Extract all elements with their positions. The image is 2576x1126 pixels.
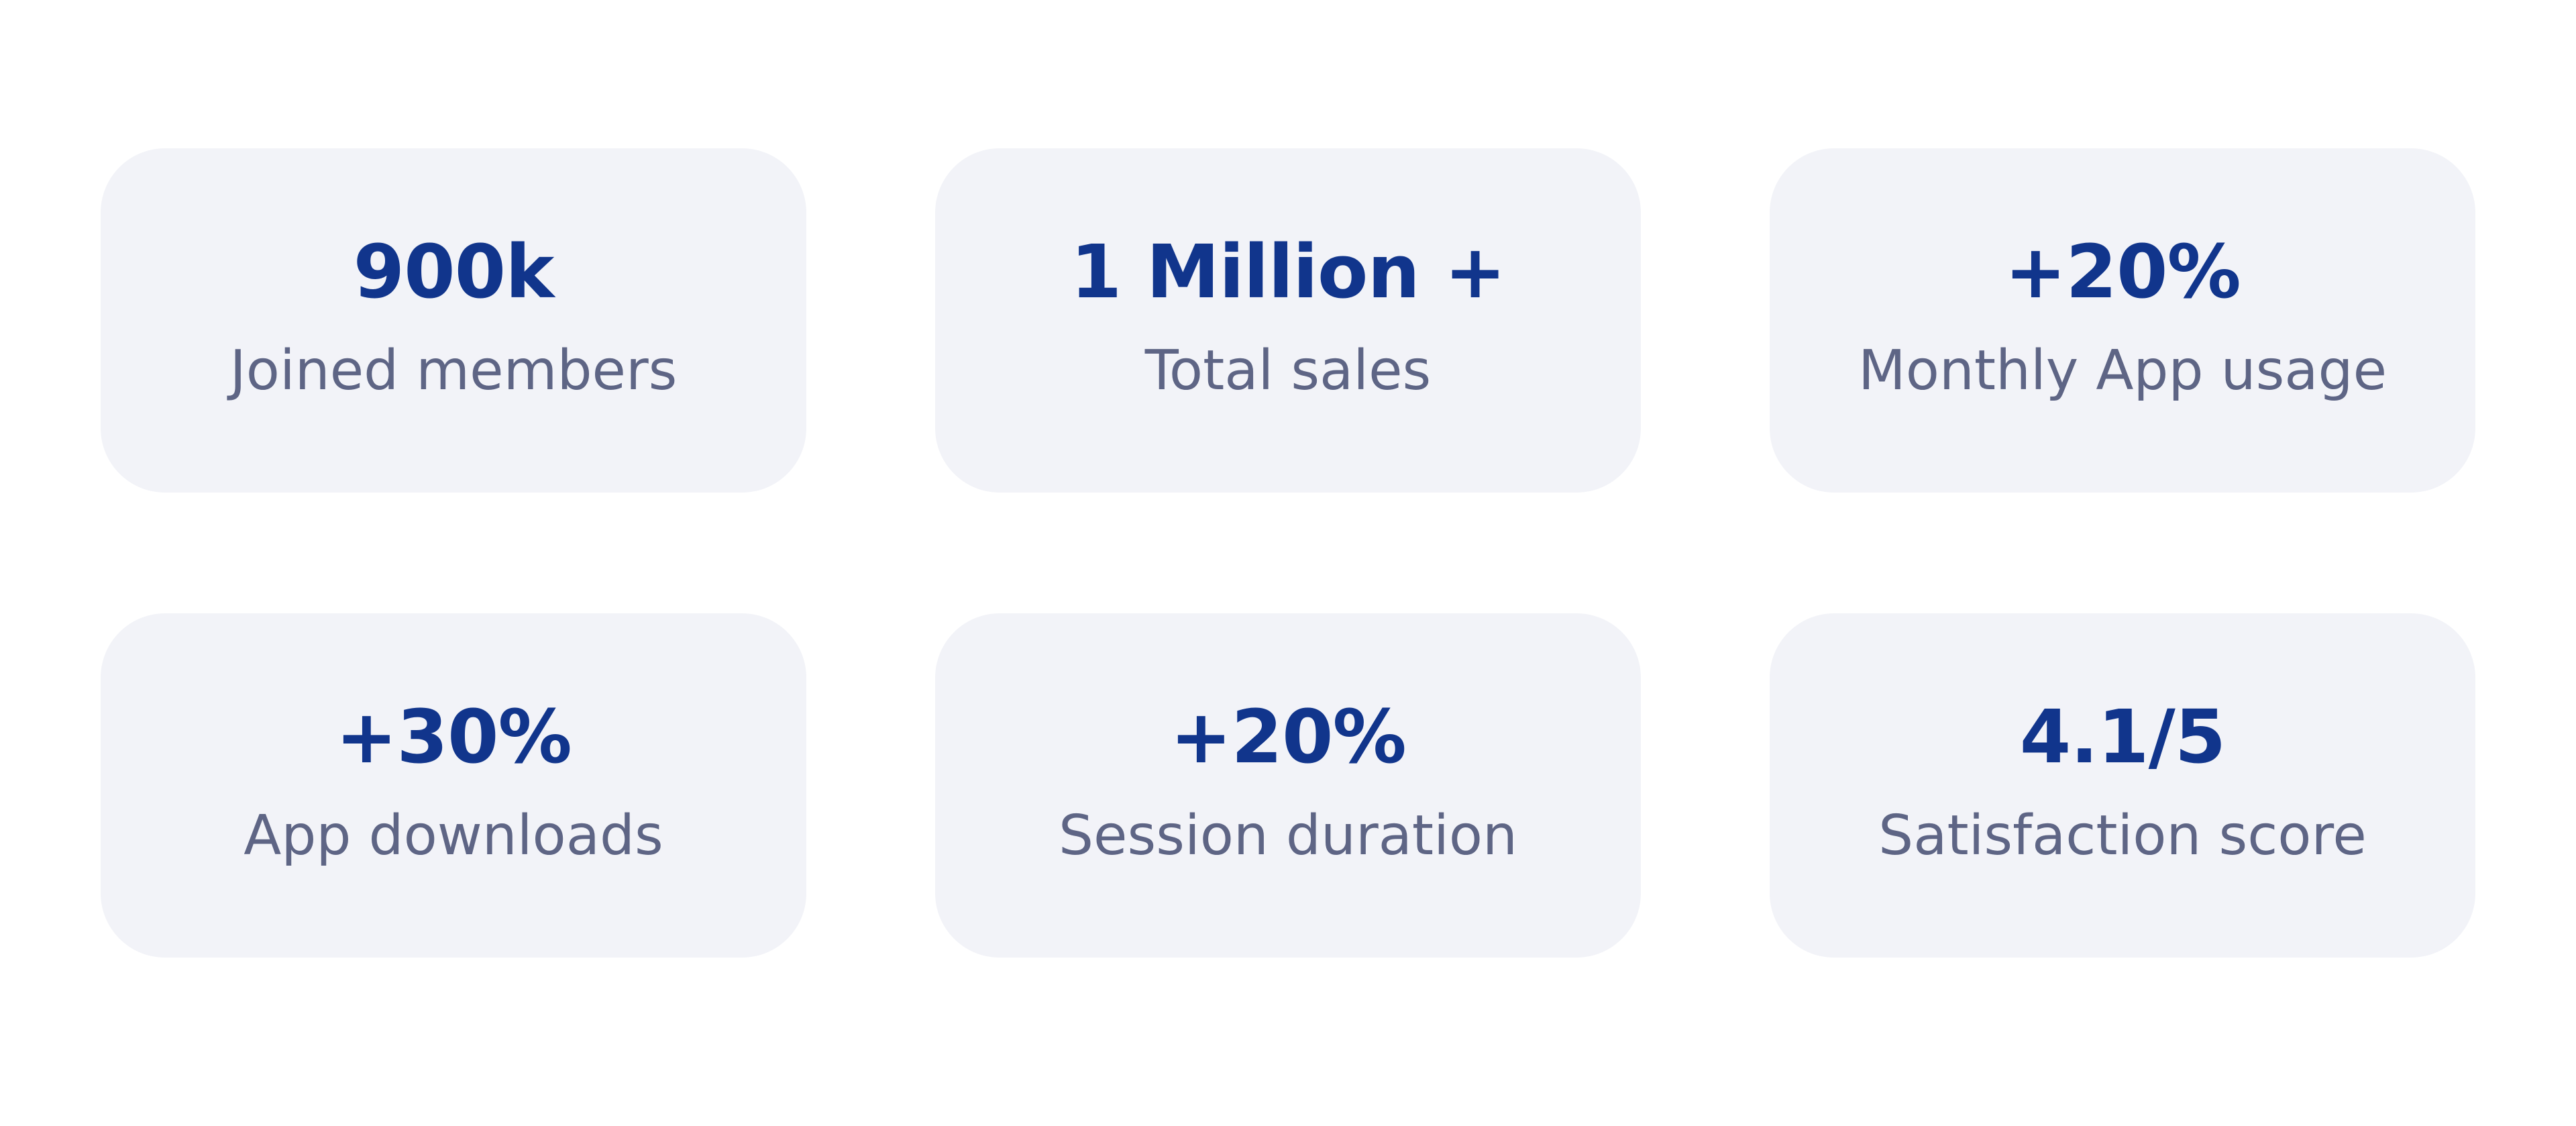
stat-value: 1 Million + [1070, 228, 1506, 315]
stat-value: +20% [2004, 228, 2241, 315]
stat-label: Monthly App usage [1858, 338, 2387, 403]
stat-card-app-downloads: +30% App downloads [101, 613, 806, 958]
stat-label: Joined members [229, 338, 678, 403]
stat-card-total-sales: 1 Million + Total sales [935, 148, 1641, 493]
stat-card-satisfaction-score: 4.1/5 Satisfaction score [1770, 613, 2475, 958]
stat-label: Session duration [1059, 803, 1517, 868]
stat-value: 900k [353, 228, 555, 315]
stat-value: +30% [335, 693, 572, 780]
stat-card-monthly-app-usage: +20% Monthly App usage [1770, 148, 2475, 493]
stats-grid: 900k Joined members 1 Million + Total sa… [101, 148, 2475, 958]
stat-card-session-duration: +20% Session duration [935, 613, 1641, 958]
stat-card-joined-members: 900k Joined members [101, 148, 806, 493]
stat-value: +20% [1170, 693, 1406, 780]
stat-label: App downloads [244, 803, 663, 868]
stat-value: 4.1/5 [2019, 693, 2226, 780]
stat-label: Satisfaction score [1878, 803, 2367, 868]
stat-label: Total sales [1144, 338, 1432, 403]
